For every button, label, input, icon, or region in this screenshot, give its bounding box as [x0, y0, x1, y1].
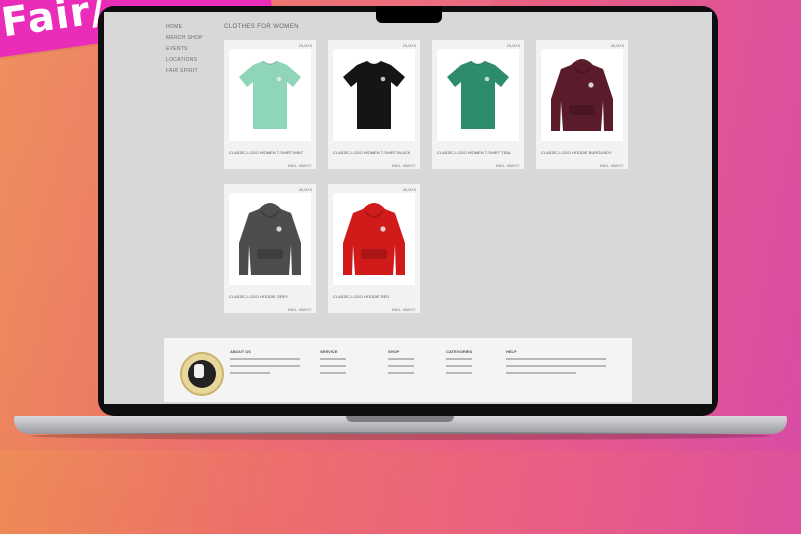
- product-price: INKL. MWST.: [599, 163, 624, 168]
- product-name[interactable]: CLASSIC LOGO HOODIE BURGUNDY: [541, 150, 623, 155]
- footer-col-title: HELP: [506, 349, 517, 354]
- product-name[interactable]: CLASSIC LOGO HOODIE GREY: [229, 294, 311, 299]
- footer-col-service: SERVICE: [320, 349, 346, 379]
- product-price: INKL. MWST.: [391, 307, 416, 312]
- site-footer: ABOUT US SERVICE SHOP CATEGORIES HELP: [164, 338, 632, 402]
- product-name[interactable]: CLASSIC LOGO WOMEN T-SHIRT TEAL: [437, 150, 519, 155]
- product-image[interactable]: [229, 193, 311, 285]
- footer-col-shop: SHOP: [388, 349, 414, 379]
- product-card[interactable]: 25,00 € CLASSIC LOGO WOMEN T-SHIRT TEAL …: [432, 40, 524, 169]
- nav-item-spirit[interactable]: FAIR SPIRIT: [166, 68, 226, 74]
- product-image[interactable]: [437, 49, 519, 141]
- product-price: INKL. MWST.: [495, 163, 520, 168]
- product-name[interactable]: CLASSIC LOGO WOMEN T-SHIRT BLACK: [333, 150, 415, 155]
- laptop-shadow: [30, 432, 771, 440]
- nav-item-shop[interactable]: MERCH SHOP: [166, 35, 226, 41]
- price-label-top: 45,00 €: [402, 187, 416, 192]
- product-image[interactable]: [541, 49, 623, 141]
- club-logo: [180, 352, 224, 396]
- footer-col-categories: CATEGORIES: [446, 349, 472, 379]
- product-price: INKL. MWST.: [391, 163, 416, 168]
- footer-about: ABOUT US: [230, 349, 300, 379]
- product-price: INKL. MWST.: [287, 307, 312, 312]
- price-label-top: 25,00 €: [506, 43, 520, 48]
- side-nav: HOME MERCH SHOP EVENTS LOCATIONS FAIR SP…: [166, 24, 226, 79]
- product-image[interactable]: [229, 49, 311, 141]
- product-card[interactable]: 45,00 € CLASSIC LOGO HOODIE GREY INKL. M…: [224, 184, 316, 313]
- nav-item-locations[interactable]: LOCATIONS: [166, 57, 226, 63]
- product-image[interactable]: [333, 193, 415, 285]
- product-name[interactable]: CLASSIC LOGO WOMEN T-SHIRT MINT: [229, 150, 311, 155]
- banner-text: Fair/: [0, 0, 109, 47]
- nav-item-events[interactable]: EVENTS: [166, 46, 226, 52]
- price-label-top: 45,00 €: [610, 43, 624, 48]
- product-card[interactable]: 25,00 € CLASSIC LOGO WOMEN T-SHIRT MINT …: [224, 40, 316, 169]
- breadcrumb: CLOTHES FOR WOMEN: [224, 24, 299, 30]
- product-card[interactable]: 45,00 € CLASSIC LOGO HOODIE RED INKL. MW…: [328, 184, 420, 313]
- footer-col-title: CATEGORIES: [446, 349, 473, 354]
- footer-col-title: SERVICE: [320, 349, 338, 354]
- price-label-top: 45,00 €: [298, 187, 312, 192]
- product-card[interactable]: 45,00 € CLASSIC LOGO HOODIE BURGUNDY INK…: [536, 40, 628, 169]
- price-label-top: 25,00 €: [298, 43, 312, 48]
- product-name[interactable]: CLASSIC LOGO HOODIE RED: [333, 294, 415, 299]
- product-card[interactable]: 25,00 € CLASSIC LOGO WOMEN T-SHIRT BLACK…: [328, 40, 420, 169]
- product-image[interactable]: [333, 49, 415, 141]
- footer-about-title: ABOUT US: [230, 349, 251, 354]
- camera-notch: [376, 6, 442, 23]
- footer-col-help: HELP: [506, 349, 606, 379]
- nav-item-home[interactable]: HOME: [166, 24, 226, 30]
- price-label-top: 25,00 €: [402, 43, 416, 48]
- footer-col-title: SHOP: [388, 349, 400, 354]
- website-screen: HOME MERCH SHOP EVENTS LOCATIONS FAIR SP…: [104, 12, 712, 404]
- product-price: INKL. MWST.: [287, 163, 312, 168]
